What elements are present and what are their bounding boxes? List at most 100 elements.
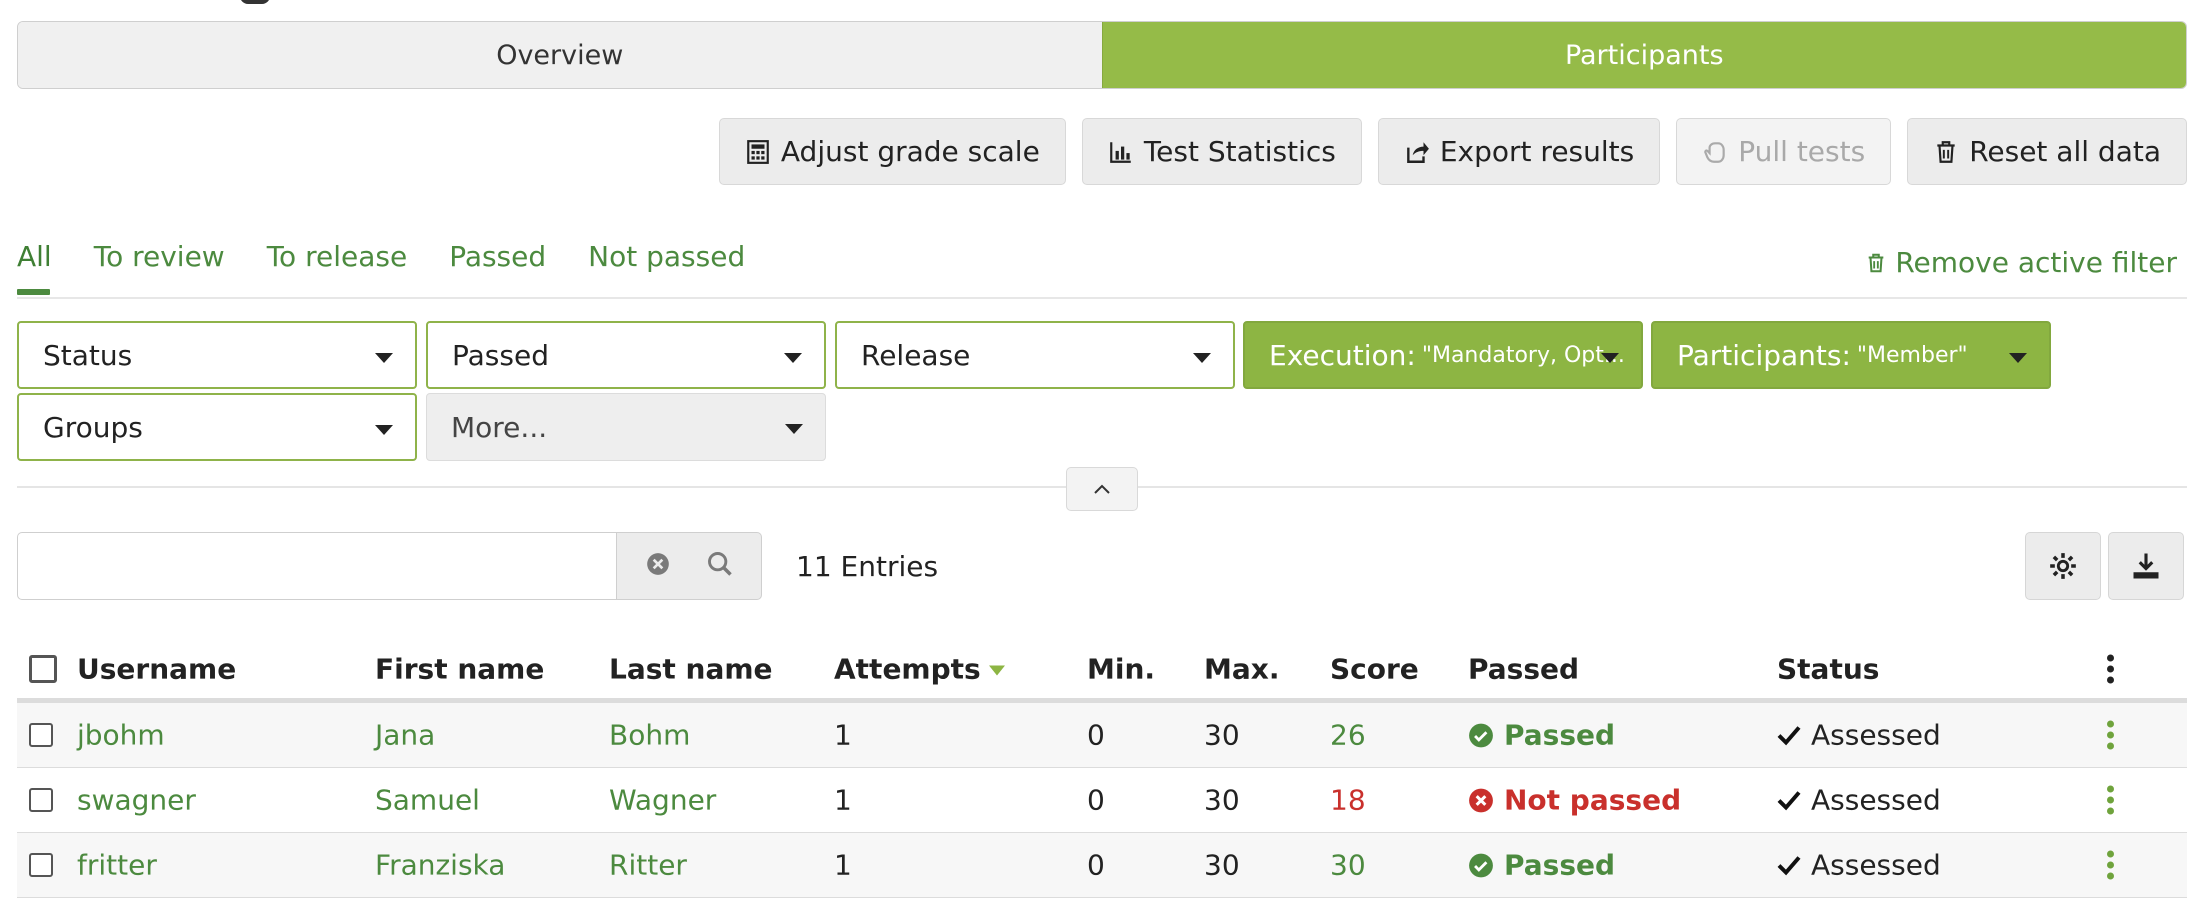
execution-filter-label: Execution:	[1269, 338, 1416, 372]
pull-tests-label: Pull tests	[1738, 135, 1866, 168]
download-button[interactable]	[2108, 532, 2184, 600]
status-filter-label: Status	[43, 338, 133, 372]
column-score[interactable]: Score	[1330, 653, 1419, 686]
table-row: jbohm Jana Bohm 1 0 30 26 Passed Assesse…	[17, 703, 2187, 768]
download-icon	[2133, 553, 2159, 579]
first-name-link[interactable]: Jana	[375, 719, 435, 752]
toolbar: Adjust grade scale Test Statistics Expor…	[718, 118, 2187, 185]
max-cell: 30	[1204, 783, 1240, 817]
filter-tab-to-release[interactable]: To release	[267, 240, 407, 295]
score-cell: 26	[1330, 718, 1366, 752]
passed-filter-label: Passed	[452, 338, 549, 372]
status-label: Assessed	[1811, 848, 1941, 882]
filter-tabs: All To review To release Passed Not pass…	[17, 240, 745, 295]
entries-count: 11 Entries	[796, 550, 939, 583]
bar-chart-icon	[1109, 141, 1131, 163]
groups-filter[interactable]: Groups	[17, 393, 417, 461]
export-results-button[interactable]: Export results	[1377, 118, 1661, 185]
chevron-down-icon	[375, 425, 393, 435]
search-icon	[707, 552, 732, 576]
row-actions-icon[interactable]	[2107, 785, 2114, 815]
execution-filter[interactable]: Execution: "Mandatory, Opt...	[1243, 321, 1643, 389]
participants-filter[interactable]: Participants: "Member"	[1651, 321, 2051, 389]
column-status[interactable]: Status	[1777, 653, 1879, 686]
table-row: fritter Franziska Ritter 1 0 30 30 Passe…	[17, 833, 2187, 898]
tab-overview[interactable]: Overview	[18, 22, 1102, 88]
filter-tabs-divider	[17, 297, 2187, 299]
page-heading-fragment	[0, 0, 400, 6]
trash-icon	[1868, 253, 1884, 272]
min-cell: 0	[1087, 783, 1105, 817]
reset-all-data-button[interactable]: Reset all data	[1907, 118, 2187, 185]
column-username[interactable]: Username	[77, 653, 236, 686]
passed-filter[interactable]: Passed	[426, 321, 826, 389]
checkmark-icon	[1777, 725, 1801, 745]
view-switcher: Overview Participants	[17, 21, 2187, 89]
participants-table: Username First name Last name Attempts M…	[17, 640, 2187, 898]
reset-all-data-label: Reset all data	[1969, 135, 2161, 168]
search-input[interactable]	[17, 532, 617, 600]
filter-tab-to-review[interactable]: To review	[94, 240, 225, 295]
row-checkbox[interactable]	[29, 853, 53, 877]
hand-icon	[1704, 141, 1725, 163]
chevron-down-icon	[1601, 353, 1619, 363]
score-cell: 30	[1330, 848, 1366, 882]
column-passed[interactable]: Passed	[1468, 653, 1579, 686]
chevron-down-icon	[375, 353, 393, 363]
table-row: swagner Samuel Wagner 1 0 30 18 Not pass…	[17, 768, 2187, 833]
table-settings-button[interactable]	[2025, 532, 2101, 600]
passed-cell: Not passed	[1468, 784, 1681, 817]
more-filters-dropdown[interactable]: More...	[426, 393, 826, 461]
remove-active-filter-link[interactable]: Remove active filter	[1865, 246, 2177, 279]
max-cell: 30	[1204, 848, 1240, 882]
last-name-link[interactable]: Ritter	[609, 849, 687, 882]
more-filters-label: More...	[451, 410, 548, 444]
username-link[interactable]: fritter	[77, 849, 157, 882]
adjust-grade-scale-button[interactable]: Adjust grade scale	[718, 118, 1066, 185]
release-filter[interactable]: Release	[835, 321, 1235, 389]
collapse-filters-button[interactable]	[1066, 467, 1138, 511]
attempts-cell: 1	[834, 718, 852, 752]
check-circle-icon	[1469, 853, 1493, 877]
column-attempts[interactable]: Attempts	[834, 653, 1005, 686]
test-statistics-button[interactable]: Test Statistics	[1081, 118, 1362, 185]
execution-filter-value: "Mandatory, Opt...	[1421, 342, 1625, 368]
column-first-name[interactable]: First name	[375, 653, 544, 686]
release-filter-label: Release	[861, 338, 971, 372]
calculator-icon	[747, 139, 769, 164]
column-last-name[interactable]: Last name	[609, 653, 773, 686]
first-name-link[interactable]: Franziska	[375, 849, 505, 882]
pull-tests-button[interactable]: Pull tests	[1676, 118, 1892, 185]
tab-participants[interactable]: Participants	[1101, 22, 2186, 88]
chevron-down-icon	[2009, 353, 2027, 363]
column-min[interactable]: Min.	[1087, 653, 1155, 686]
row-actions-icon[interactable]	[2107, 720, 2114, 750]
status-filter[interactable]: Status	[17, 321, 417, 389]
chevron-up-icon	[1094, 484, 1110, 494]
chevron-down-icon	[1193, 353, 1211, 363]
filter-tab-passed[interactable]: Passed	[449, 240, 546, 295]
row-checkbox[interactable]	[29, 723, 53, 747]
row-checkbox[interactable]	[29, 788, 53, 812]
column-options-icon[interactable]	[2107, 654, 2114, 684]
passed-label: Passed	[1504, 848, 1616, 882]
first-name-link[interactable]: Samuel	[375, 784, 480, 817]
username-link[interactable]: jbohm	[77, 719, 165, 752]
column-attempts-label: Attempts	[834, 652, 981, 686]
column-max[interactable]: Max.	[1204, 653, 1279, 686]
status-cell: Assessed	[1777, 784, 1941, 817]
last-name-link[interactable]: Bohm	[609, 719, 690, 752]
row-actions-icon[interactable]	[2107, 850, 2114, 880]
passed-label: Not passed	[1504, 783, 1682, 817]
error-circle-icon	[1469, 788, 1493, 812]
username-link[interactable]: swagner	[77, 784, 196, 817]
status-cell: Assessed	[1777, 719, 1941, 752]
clear-search-button[interactable]	[645, 551, 671, 581]
filter-tab-all[interactable]: All	[17, 240, 52, 295]
last-name-link[interactable]: Wagner	[609, 784, 716, 817]
search-button[interactable]	[706, 550, 734, 582]
checkmark-icon	[1777, 790, 1801, 810]
filter-tab-not-passed[interactable]: Not passed	[588, 240, 745, 295]
adjust-grade-scale-label: Adjust grade scale	[780, 135, 1040, 168]
select-all-checkbox[interactable]	[29, 655, 57, 683]
